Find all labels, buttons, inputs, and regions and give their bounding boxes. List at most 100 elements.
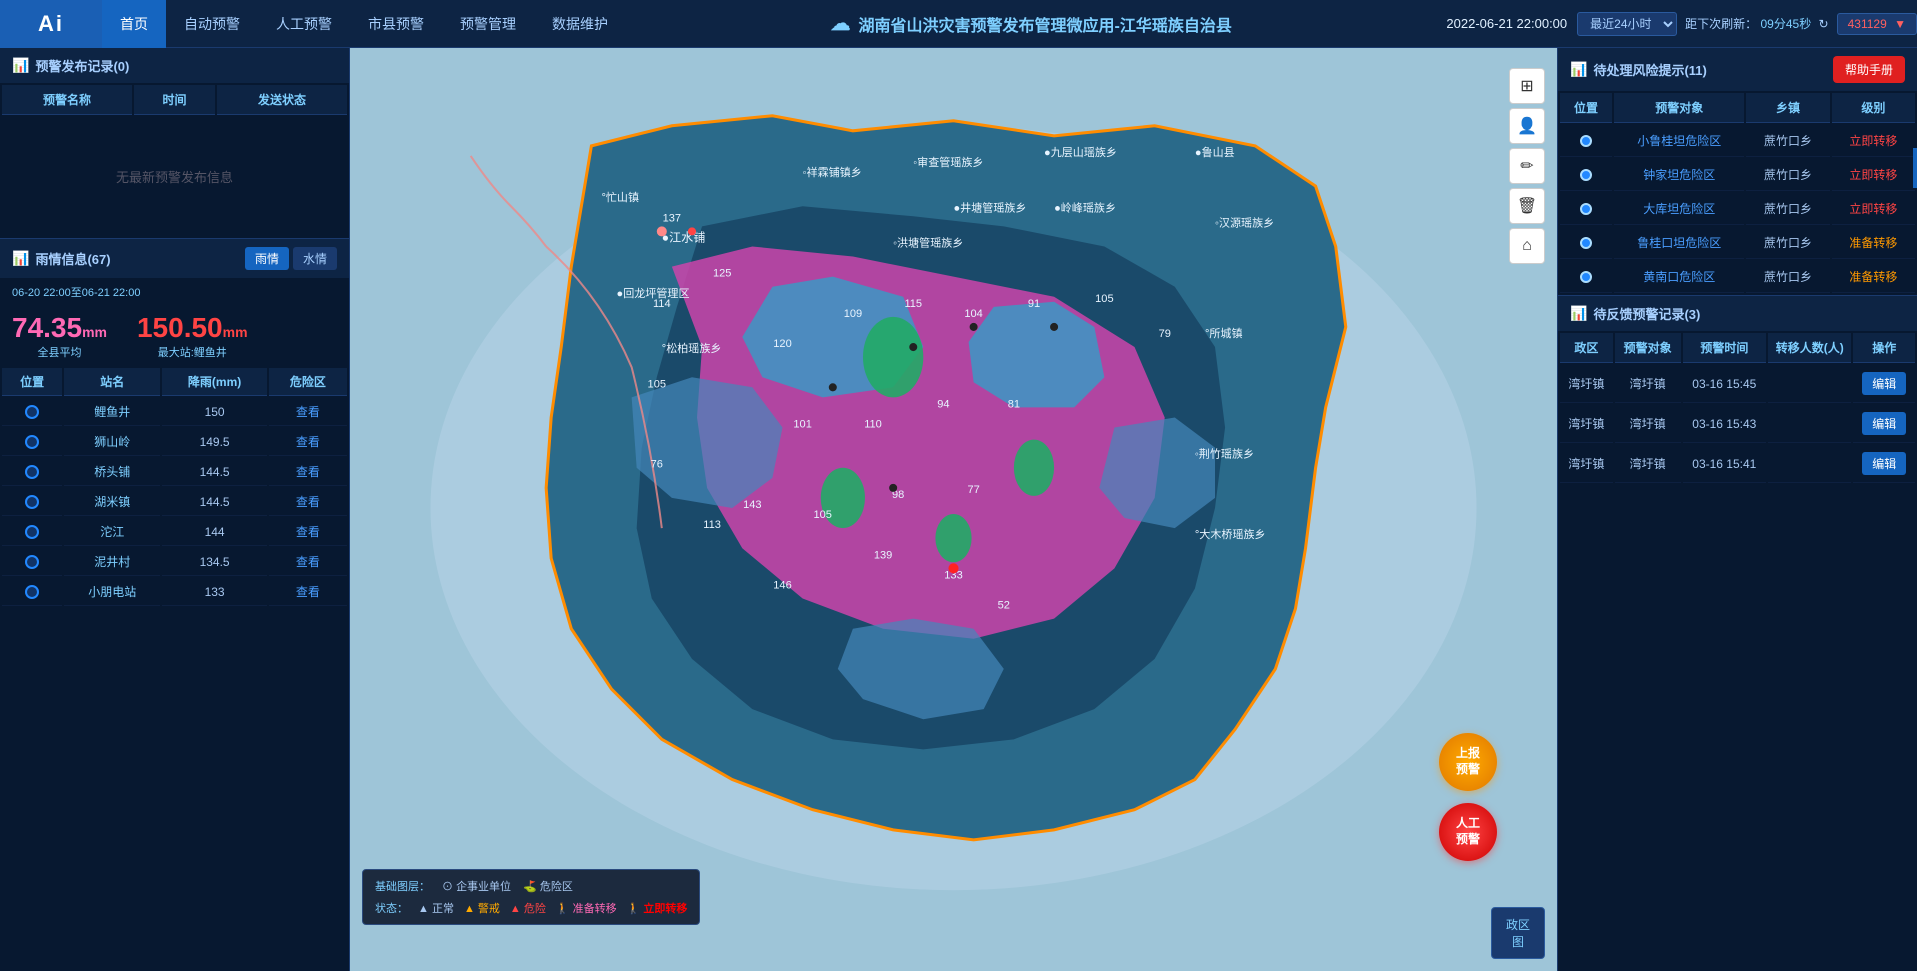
map-toolbar: ⊞ 👤 ✏ 🗑 ⌂ [1509, 68, 1545, 264]
dropdown-icon[interactable]: ▼ [1894, 17, 1906, 31]
manual-warn-line2: 预警 [1456, 832, 1480, 848]
toolbar-layers-btn[interactable]: ⊞ [1509, 68, 1545, 104]
refresh-icon[interactable]: ↻ [1819, 17, 1829, 31]
feedback-edit-btn[interactable]: 编辑 [1862, 372, 1906, 395]
svg-text:105: 105 [648, 378, 666, 390]
upload-warn-btn[interactable]: 上报 预警 [1439, 733, 1497, 791]
rain-col-location: 位置 [2, 368, 62, 396]
rain-table-row: 桥头铺 144.5 查看 [2, 458, 347, 486]
feedback-table: 政区 预警对象 预警时间 转移人数(人) 操作 湾圩镇 湾圩镇 03-16 15… [1558, 331, 1917, 485]
policy-btn[interactable]: 政区 图 [1491, 907, 1545, 959]
nav-title: ☁ 湖南省山洪灾害预警发布管理微应用-江华瑶族自治县 [626, 11, 1436, 36]
feedback-col-count: 转移人数(人) [1768, 333, 1851, 363]
svg-text:137: 137 [663, 212, 681, 224]
risk-zone-name[interactable]: 钟家坦危险区 [1614, 159, 1744, 191]
nav-item-home[interactable]: 首页 [102, 0, 166, 48]
feedback-section: 📊 待反馈预警记录(3) 政区 预警对象 预警时间 转移人数(人) 操作 [1558, 296, 1917, 971]
rain-station-value: 144 [162, 518, 266, 546]
center-map: 137 125 120 109 115 104 91 105 79 101 11… [350, 48, 1557, 971]
toolbar-edit-btn[interactable]: ✏ [1509, 148, 1545, 184]
rain-view-link[interactable]: 查看 [296, 495, 320, 509]
feedback-table-row: 湾圩镇 湾圩镇 03-16 15:41 编辑 [1560, 445, 1915, 483]
risk-zone-name[interactable]: 黄南口危险区 [1614, 261, 1744, 293]
nav-item-manual-warn[interactable]: 人工预警 [258, 0, 350, 48]
tab-water[interactable]: 水情 [293, 247, 337, 270]
svg-text:115: 115 [904, 298, 922, 310]
risk-zone-name[interactable]: 小鲁桂坦危险区 [1614, 125, 1744, 157]
rain-table-row: 小朋电站 133 查看 [2, 578, 347, 606]
toolbar-home-btn[interactable]: ⌂ [1509, 228, 1545, 264]
risk-zone-name[interactable]: 大库坦危险区 [1614, 193, 1744, 225]
svg-text:77: 77 [967, 484, 979, 496]
map-legend: 基础图层： ⊙ 企事业单位 ⛳ 危险区 状态： ▲ 正常 ▲ 警戒 ▲ 危险 🚶… [362, 869, 700, 925]
nav-item-warn-manage[interactable]: 预警管理 [442, 0, 534, 48]
help-manual-btn[interactable]: 帮助手册 [1833, 56, 1905, 83]
feedback-table-row: 湾圩镇 湾圩镇 03-16 15:43 编辑 [1560, 405, 1915, 443]
col-warn-status: 发送状态 [217, 85, 347, 115]
feedback-table-wrap: 政区 预警对象 预警时间 转移人数(人) 操作 湾圩镇 湾圩镇 03-16 15… [1558, 331, 1917, 971]
col-warn-time: 时间 [134, 85, 215, 115]
rain-avg-value: 74.35mm [12, 312, 107, 344]
rain-station-name: 狮山岭 [64, 428, 160, 456]
nav-item-data-maintain[interactable]: 数据维护 [534, 0, 626, 48]
nav-item-district-warn[interactable]: 市县预警 [350, 0, 442, 48]
risk-township: 蔗竹口乡 [1746, 125, 1829, 157]
risk-table-row: 黄南口危险区 蔗竹口乡 准备转移 [1560, 261, 1915, 293]
feedback-time: 03-16 15:43 [1683, 405, 1766, 443]
risk-table: 位置 预警对象 乡镇 级别 小鲁桂坦危险区 蔗竹口乡 立即转移 钟家坦危险区 蔗… [1558, 91, 1917, 295]
risk-col-location: 位置 [1560, 93, 1612, 123]
svg-text:◦荆竹瑶族乡: ◦荆竹瑶族乡 [1195, 447, 1254, 461]
rain-table-row: 狮山岭 149.5 查看 [2, 428, 347, 456]
rain-header-left: 📊 雨情信息(67) [12, 249, 111, 268]
risk-chart-icon: 📊 [1570, 61, 1587, 78]
map-svg: 137 125 120 109 115 104 91 105 79 101 11… [350, 48, 1557, 971]
location-dot [25, 405, 39, 419]
rain-chart-icon: 📊 [12, 250, 29, 267]
nav-item-auto-warn[interactable]: 自动预警 [166, 0, 258, 48]
rain-table-row: 鲤鱼井 150 查看 [2, 398, 347, 426]
svg-text:120: 120 [773, 338, 791, 350]
risk-zone-name[interactable]: 鲁桂口坦危险区 [1614, 227, 1744, 259]
rain-view-link[interactable]: 查看 [296, 465, 320, 479]
feedback-edit-btn[interactable]: 编辑 [1862, 412, 1906, 435]
right-panel: 📊 待处理风险提示(11) 帮助手册 位置 预警对象 乡镇 级别 小鲁桂坦危险区 [1557, 48, 1917, 971]
risk-table-row: 鲁桂口坦危险区 蔗竹口乡 准备转移 [1560, 227, 1915, 259]
manual-warn-btn[interactable]: 人工 预警 [1439, 803, 1497, 861]
risk-township: 蔗竹口乡 [1746, 261, 1829, 293]
feedback-edit-btn[interactable]: 编辑 [1862, 452, 1906, 475]
risk-location-dot [1580, 135, 1592, 147]
rain-table-row: 湖米镇 144.5 查看 [2, 488, 347, 516]
risk-hints-section: 📊 待处理风险提示(11) 帮助手册 位置 预警对象 乡镇 级别 小鲁桂坦危险区 [1558, 48, 1917, 296]
rain-date-range: 06-20 22:00至06-21 22:00 [0, 278, 349, 306]
rain-avg-label: 全县平均 [37, 344, 81, 360]
warn-records-table: 预警名称 时间 发送状态 无最新预警发布信息 [0, 83, 349, 238]
time-range-select[interactable]: 最近24小时 [1577, 12, 1677, 36]
rain-view-link[interactable]: 查看 [296, 405, 320, 419]
toolbar-delete-btn[interactable]: 🗑 [1509, 188, 1545, 224]
svg-text:113: 113 [703, 519, 721, 531]
tab-rain[interactable]: 雨情 [245, 247, 289, 270]
rain-view-link[interactable]: 查看 [296, 555, 320, 569]
svg-text:76: 76 [651, 459, 663, 471]
rain-station-value: 150 [162, 398, 266, 426]
rain-station-name: 鲤鱼井 [64, 398, 160, 426]
svg-text:79: 79 [1159, 328, 1171, 340]
rain-tabs: 雨情 水情 [245, 247, 337, 270]
rain-station-value: 134.5 [162, 548, 266, 576]
feedback-chart-icon: 📊 [1570, 305, 1587, 322]
toolbar-user-btn[interactable]: 👤 [1509, 108, 1545, 144]
svg-text:52: 52 [998, 600, 1010, 612]
rain-station-name: 泥井村 [64, 548, 160, 576]
rain-table-wrap: 位置 站名 降雨(mm) 危险区 鲤鱼井 150 查看 狮山岭 149.5 查看 [0, 366, 349, 971]
feedback-col-region: 政区 [1560, 333, 1613, 363]
risk-location-dot [1580, 203, 1592, 215]
warn-empty-msg: 无最新预警发布信息 [2, 117, 347, 236]
rain-view-link[interactable]: 查看 [296, 585, 320, 599]
feedback-table-row: 湾圩镇 湾圩镇 03-16 15:45 编辑 [1560, 365, 1915, 403]
rain-info-header: 📊 雨情信息(67) 雨情 水情 [0, 239, 349, 278]
rain-table-row: 沱江 144 查看 [2, 518, 347, 546]
rain-view-link[interactable]: 查看 [296, 435, 320, 449]
svg-text:●回龙坪管理区: ●回龙坪管理区 [617, 286, 690, 300]
cloud-icon: ☁ [831, 11, 851, 36]
rain-view-link[interactable]: 查看 [296, 525, 320, 539]
